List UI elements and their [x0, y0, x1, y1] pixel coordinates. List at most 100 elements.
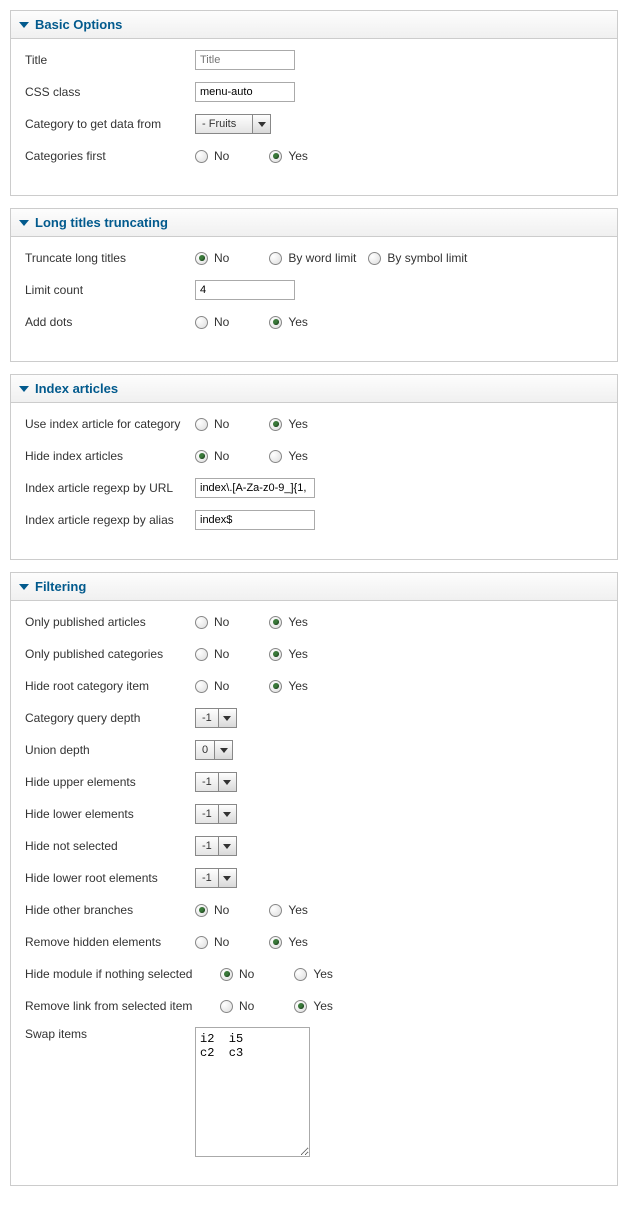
- radio-label-no: No: [214, 679, 229, 693]
- label-css-class: CSS class: [25, 85, 195, 99]
- label-regexp-alias: Index article regexp by alias: [25, 513, 195, 527]
- radio-remove-link-yes[interactable]: [294, 1000, 307, 1013]
- dropdown-icon: [218, 773, 236, 791]
- radio-add-dots-yes[interactable]: [269, 316, 282, 329]
- label-categories-first: Categories first: [25, 149, 195, 163]
- panel-truncate: Long titles truncating Truncate long tit…: [10, 208, 618, 362]
- radio-truncate-no[interactable]: [195, 252, 208, 265]
- radio-hide-other-no[interactable]: [195, 904, 208, 917]
- label-hide-lower: Hide lower elements: [25, 807, 195, 821]
- panel-header-basic[interactable]: Basic Options: [11, 11, 617, 39]
- radio-truncate-symbol[interactable]: [368, 252, 381, 265]
- panel-title: Index articles: [35, 381, 118, 396]
- chevron-down-icon: [19, 22, 29, 28]
- label-add-dots: Add dots: [25, 315, 195, 329]
- label-hide-root: Hide root category item: [25, 679, 195, 693]
- category-depth-select[interactable]: -1: [195, 708, 237, 728]
- chevron-down-icon: [19, 220, 29, 226]
- radio-label-yes: Yes: [288, 315, 308, 329]
- radio-label-yes: Yes: [313, 999, 333, 1013]
- hide-upper-select[interactable]: -1: [195, 772, 237, 792]
- radio-label-yes: Yes: [288, 903, 308, 917]
- css-class-input[interactable]: [195, 82, 295, 102]
- radio-hide-root-no[interactable]: [195, 680, 208, 693]
- radio-hide-index-no[interactable]: [195, 450, 208, 463]
- label-hide-lower-root: Hide lower root elements: [25, 871, 195, 885]
- dropdown-icon: [252, 115, 270, 133]
- radio-only-pub-cats-yes[interactable]: [269, 648, 282, 661]
- label-category-depth: Category query depth: [25, 711, 195, 725]
- hide-lower-select[interactable]: -1: [195, 804, 237, 824]
- label-hide-not-selected: Hide not selected: [25, 839, 195, 853]
- radio-label: No: [214, 251, 229, 265]
- radio-hide-other-yes[interactable]: [269, 904, 282, 917]
- union-depth-select[interactable]: 0: [195, 740, 233, 760]
- radio-categories-first-yes[interactable]: [269, 150, 282, 163]
- panel-body-index: Use index article for category No Yes Hi…: [11, 403, 617, 559]
- radio-label-yes: Yes: [288, 149, 308, 163]
- radio-hide-root-yes[interactable]: [269, 680, 282, 693]
- radio-label-no: No: [214, 935, 229, 949]
- radio-remove-hidden-no[interactable]: [195, 936, 208, 949]
- swap-items-textarea[interactable]: [195, 1027, 310, 1157]
- panel-basic-options: Basic Options Title CSS class Category t…: [10, 10, 618, 196]
- radio-truncate-word[interactable]: [269, 252, 282, 265]
- radio-hide-module-no[interactable]: [220, 968, 233, 981]
- label-swap-items: Swap items: [25, 1027, 195, 1041]
- hide-not-selected-select[interactable]: -1: [195, 836, 237, 856]
- label-hide-index: Hide index articles: [25, 449, 195, 463]
- select-value: 0: [196, 744, 214, 756]
- radio-categories-first-no[interactable]: [195, 150, 208, 163]
- radio-label-yes: Yes: [288, 679, 308, 693]
- radio-label-no: No: [214, 417, 229, 431]
- radio-label-no: No: [239, 999, 254, 1013]
- radio-label-no: No: [214, 903, 229, 917]
- select-value: -1: [196, 872, 218, 884]
- select-value: -1: [196, 840, 218, 852]
- select-value: -1: [196, 712, 218, 724]
- radio-label-no: No: [214, 647, 229, 661]
- panel-title: Basic Options: [35, 17, 122, 32]
- label-regexp-url: Index article regexp by URL: [25, 481, 195, 495]
- radio-remove-hidden-yes[interactable]: [269, 936, 282, 949]
- chevron-down-icon: [19, 584, 29, 590]
- label-only-pub-articles: Only published articles: [25, 615, 195, 629]
- radio-label: By word limit: [288, 251, 356, 265]
- radio-remove-link-no[interactable]: [220, 1000, 233, 1013]
- panel-body-truncate: Truncate long titles No By word limit By…: [11, 237, 617, 361]
- radio-label-no: No: [214, 149, 229, 163]
- select-value: - Fruits: [196, 118, 252, 130]
- limit-count-input[interactable]: [195, 280, 295, 300]
- panel-filtering: Filtering Only published articles No Yes…: [10, 572, 618, 1186]
- regexp-url-input[interactable]: [195, 478, 315, 498]
- regexp-alias-input[interactable]: [195, 510, 315, 530]
- category-source-select[interactable]: - Fruits: [195, 114, 271, 134]
- radio-label-yes: Yes: [288, 615, 308, 629]
- label-only-pub-categories: Only published categories: [25, 647, 195, 661]
- radio-add-dots-no[interactable]: [195, 316, 208, 329]
- radio-only-pub-articles-no[interactable]: [195, 616, 208, 629]
- radio-label-yes: Yes: [313, 967, 333, 981]
- label-remove-link: Remove link from selected item: [25, 999, 220, 1013]
- radio-only-pub-articles-yes[interactable]: [269, 616, 282, 629]
- panel-body-filtering: Only published articles No Yes Only publ…: [11, 601, 617, 1185]
- title-input[interactable]: [195, 50, 295, 70]
- radio-only-pub-cats-no[interactable]: [195, 648, 208, 661]
- radio-use-index-no[interactable]: [195, 418, 208, 431]
- label-truncate-titles: Truncate long titles: [25, 251, 195, 265]
- radio-hide-index-yes[interactable]: [269, 450, 282, 463]
- panel-body-basic: Title CSS class Category to get data fro…: [11, 39, 617, 195]
- radio-label: By symbol limit: [387, 251, 467, 265]
- label-hide-other-branches: Hide other branches: [25, 903, 195, 917]
- select-value: -1: [196, 776, 218, 788]
- panel-header-filtering[interactable]: Filtering: [11, 573, 617, 601]
- label-limit-count: Limit count: [25, 283, 195, 297]
- radio-use-index-yes[interactable]: [269, 418, 282, 431]
- label-hide-module: Hide module if nothing selected: [25, 967, 220, 981]
- hide-lower-root-select[interactable]: -1: [195, 868, 237, 888]
- panel-header-index[interactable]: Index articles: [11, 375, 617, 403]
- dropdown-icon: [218, 709, 236, 727]
- radio-hide-module-yes[interactable]: [294, 968, 307, 981]
- select-value: -1: [196, 808, 218, 820]
- panel-header-truncate[interactable]: Long titles truncating: [11, 209, 617, 237]
